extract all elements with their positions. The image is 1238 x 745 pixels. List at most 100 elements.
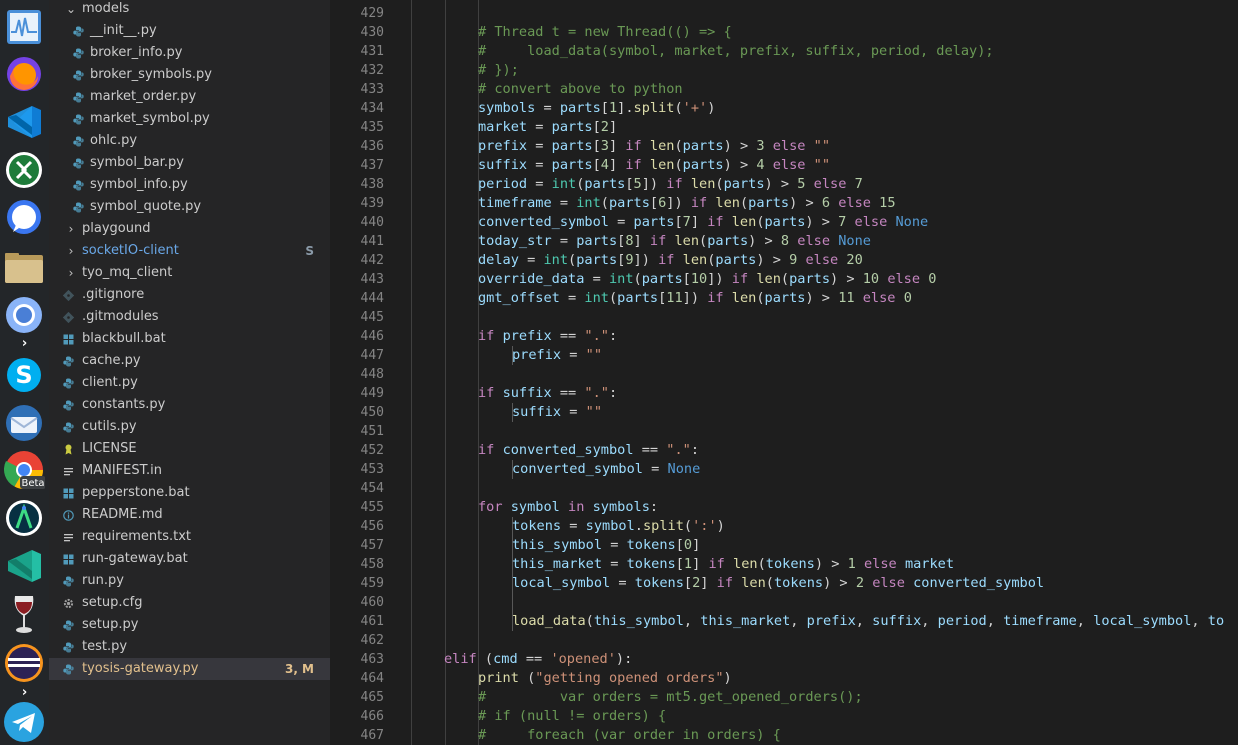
code-line[interactable]: suffix = "" [512,403,602,422]
file-item[interactable]: market_symbol.py [49,108,330,130]
code-line[interactable]: # load_data(symbol, market, prefix, suff… [478,42,994,61]
file-item[interactable]: ohlc.py [49,130,330,152]
code-line[interactable]: converted_symbol = None [512,460,700,479]
file-item[interactable]: cache.py [49,350,330,372]
code-token: market [478,119,528,135]
file-item[interactable]: market_order.py [49,86,330,108]
chromium-icon[interactable] [3,294,45,336]
code-line[interactable]: override_data = int(parts[10]) if len(pa… [478,270,936,289]
file-item[interactable]: broker_symbols.py [49,64,330,86]
code-token: = [518,252,544,268]
file-item[interactable]: client.py [49,372,330,394]
remote-desktop-icon[interactable] [3,149,45,191]
code-line[interactable]: load_data(this_symbol, this_market, pref… [512,612,1224,631]
code-token: 10 [862,271,880,287]
code-line[interactable]: elif (cmd == 'opened'): [444,650,632,669]
code-line[interactable]: # Thread t = new Thread(() => { [478,23,732,42]
firefox-icon[interactable] [3,53,45,95]
code-line[interactable]: converted_symbol = parts[7] if len(parts… [478,213,928,232]
file-item[interactable]: setup.cfg [49,592,330,614]
file-item[interactable]: constants.py [49,394,330,416]
tree-item-label: setup.py [82,617,139,632]
file-item[interactable]: run.py [49,570,330,592]
file-item[interactable]: tyosis-gateway.py 3, M [49,658,330,680]
code-editor[interactable]: 429 430 431 432 433 434 435 436 437 438 439 440 441 4… [330,0,1238,745]
file-item[interactable]: symbol_bar.py [49,152,330,174]
code-area[interactable]: # Thread t = new Thread(() => {# load_da… [411,0,1238,745]
code-token: int [576,195,601,211]
code-line[interactable]: if converted_symbol == ".": [478,441,699,460]
file-item[interactable]: requirements.txt [49,526,330,548]
skype-icon[interactable]: S [3,354,45,396]
chevron-right-icon[interactable]: › [65,240,77,262]
wine-icon[interactable] [3,594,45,636]
folder-item[interactable]: ⌄ models [49,0,330,20]
code-line[interactable]: print ("getting opened orders") [478,669,732,688]
file-item[interactable]: __init__.py [49,20,330,42]
code-token: tokens [626,537,676,553]
code-line[interactable]: timeframe = int(parts[6]) if len(parts) … [478,194,896,213]
code-line[interactable]: local_symbol = tokens[2] if len(tokens) … [512,574,1044,593]
chevron-right-icon[interactable]: › [65,218,77,240]
android-studio-icon[interactable] [3,497,45,539]
file-item[interactable]: test.py [49,636,330,658]
code-line[interactable]: today_str = parts[8] if len(parts) > 8 e… [478,232,871,251]
code-line[interactable]: if prefix == ".": [478,327,617,346]
files-icon[interactable] [3,246,45,288]
file-item[interactable]: run-gateway.bat [49,548,330,570]
chevron-right-icon[interactable]: › [65,262,77,284]
code-line[interactable]: delay = int(parts[9]) if len(parts) > 9 … [478,251,863,270]
code-line[interactable]: gmt_offset = int(parts[11]) if len(parts… [478,289,912,308]
file-item[interactable]: README.md [49,504,330,526]
file-item[interactable]: LICENSE [49,438,330,460]
code-line[interactable]: # }); [478,61,519,80]
code-token: ( [715,176,724,192]
code-line[interactable]: # foreach (var order in orders) { [478,726,781,745]
chrome-beta-icon[interactable]: Beta [3,449,45,491]
line-number: 460 [360,595,384,610]
code-line[interactable]: # convert above to python [478,80,683,99]
code-line[interactable]: market = parts[2] [478,118,617,137]
folder-item[interactable]: › socketIO-client S [49,240,330,262]
eclipse-icon[interactable] [3,642,45,684]
file-item[interactable]: pepperstone.bat [49,482,330,504]
file-item[interactable]: cutils.py [49,416,330,438]
code-line[interactable]: this_market = tokens[1] if len(tokens) >… [512,555,954,574]
folder-item[interactable]: › playgound [49,218,330,240]
code-line[interactable]: tokens = symbol.split(':') [512,517,725,536]
file-item[interactable]: symbol_info.py [49,174,330,196]
file-item[interactable]: blackbull.bat [49,328,330,350]
code-line[interactable]: symbols = parts[1].split('+') [478,99,715,118]
code-line[interactable]: if suffix == ".": [478,384,617,403]
file-item[interactable]: .gitignore [49,284,330,306]
code-token: = [610,575,635,591]
vscode-insiders-icon[interactable] [3,545,45,587]
line-number: 430 [360,25,384,40]
code-line[interactable]: this_symbol = tokens[0] [512,536,700,555]
file-item[interactable]: symbol_quote.py [49,196,330,218]
file-item[interactable]: .gitmodules [49,306,330,328]
signal-icon[interactable] [3,197,45,239]
vscode-icon[interactable] [3,101,45,143]
code-line[interactable]: prefix = "" [512,346,602,365]
code-line[interactable]: prefix = parts[3] if len(parts) > 3 else… [478,137,830,156]
code-line[interactable]: suffix = parts[4] if len(parts) > 4 else… [478,156,830,175]
file-item[interactable]: broker_info.py [49,42,330,64]
code-line[interactable]: for symbol in symbols: [478,498,658,517]
code-line[interactable]: period = int(parts[5]) if len(parts) > 5… [478,175,863,194]
chevron-down-icon[interactable]: ⌄ [65,0,77,20]
dock-expand-arrow-icon[interactable]: › [0,337,49,351]
file-item[interactable]: setup.py [49,614,330,636]
folder-item[interactable]: › tyo_mq_client [49,262,330,284]
code-line[interactable]: # if (null != orders) { [478,707,666,726]
file-item[interactable]: MANIFEST.in [49,460,330,482]
dock-expand-arrow-icon[interactable]: › [0,686,49,700]
telegram-icon[interactable] [3,701,45,743]
system-monitor-icon[interactable] [3,6,45,48]
thunderbird-icon[interactable] [3,402,45,444]
code-token: parts [559,100,601,116]
code-line[interactable]: # var orders = mt5.get_opened_orders(); [478,688,863,707]
